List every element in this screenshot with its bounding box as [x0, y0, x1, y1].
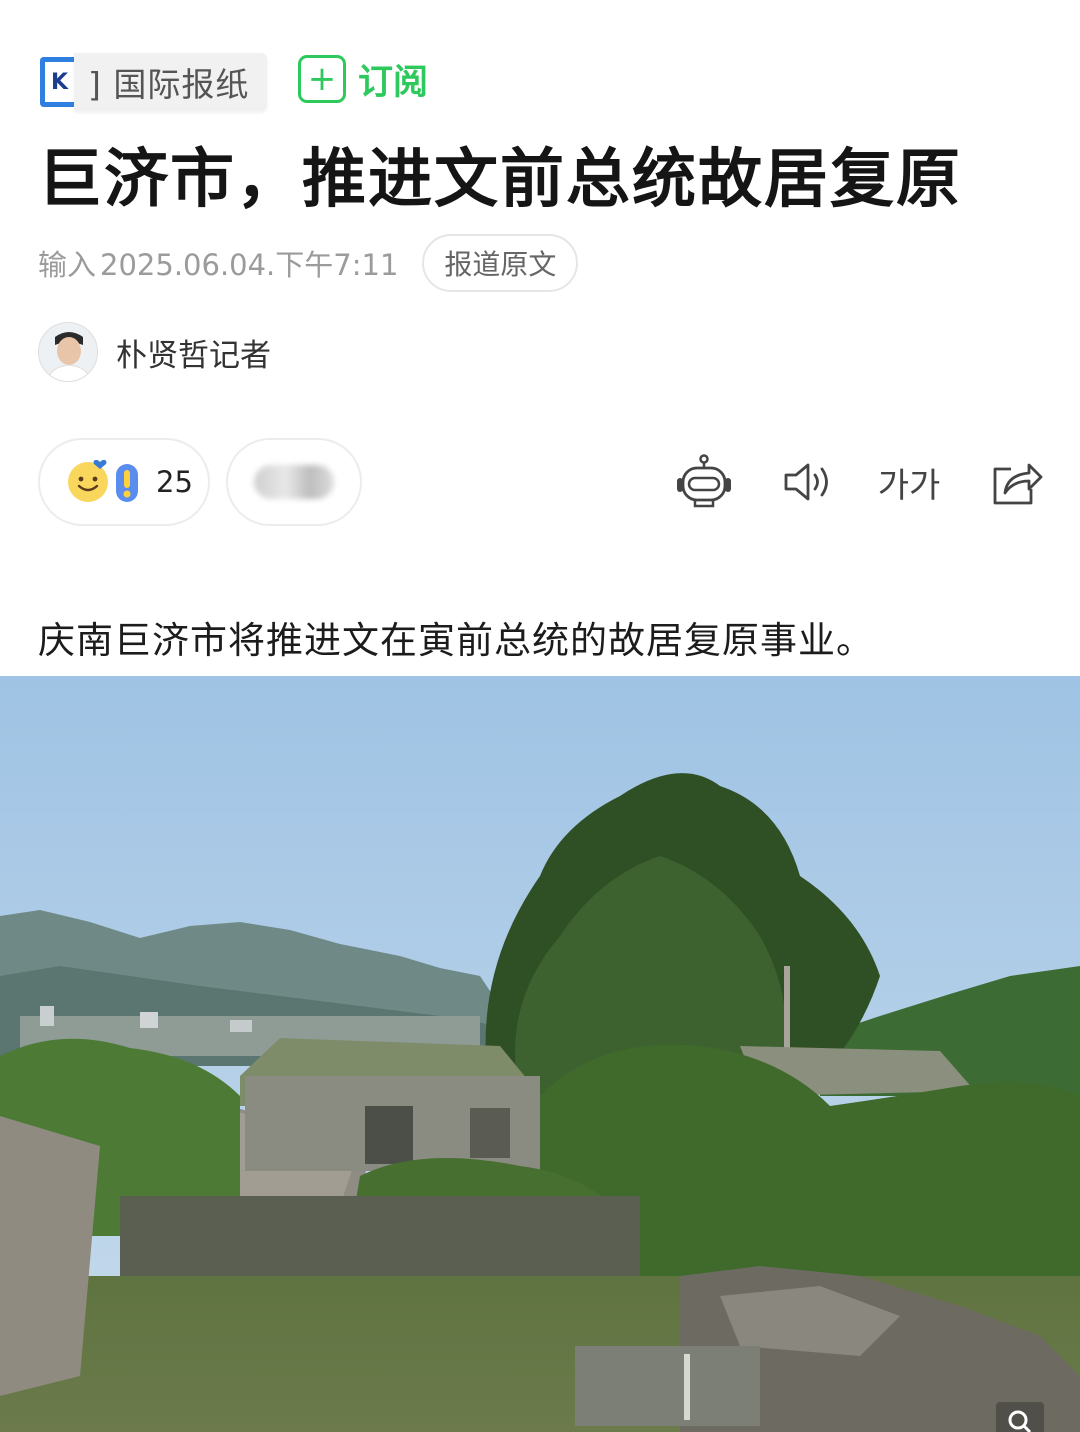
share-icon[interactable]: [986, 452, 1046, 512]
reaction-button[interactable]: 25: [38, 438, 210, 526]
font-size-label: 가가: [877, 465, 941, 506]
meta-label: 输入: [38, 248, 97, 282]
publish-date: 2025.06.04.下午7:11: [100, 248, 399, 282]
avatar: [38, 322, 98, 382]
press-logo-letter: K: [50, 69, 69, 95]
reporter-name: 朴贤哲记者: [116, 337, 271, 374]
article-photo[interactable]: [0, 676, 1080, 1432]
article-meta: 输入 2025.06.04.下午7:11 报道原文: [38, 234, 579, 292]
article-headline: 巨济市，推进文前总统故居复原: [38, 143, 962, 217]
reporter-info[interactable]: 朴贤哲记者: [38, 322, 271, 382]
house-photo-image: [0, 676, 1080, 1432]
plus-icon: +: [298, 55, 346, 103]
smile-heart-icon: [68, 459, 138, 502]
subscribe-label: 订阅: [358, 62, 429, 103]
article-lead: 庆南巨济市将推进文在寅前总统的故居复原事业。: [38, 619, 874, 662]
press-name-box[interactable]: ] 国际报纸: [74, 53, 268, 111]
blurred-comment-icon: [254, 465, 334, 499]
zoom-icon[interactable]: [992, 1398, 1048, 1432]
press-name: ] 国际报纸: [88, 65, 250, 104]
reaction-count: 25: [156, 465, 193, 499]
press-header[interactable]: K ] 国际报纸: [40, 50, 268, 114]
subscribe-button[interactable]: + 订阅: [298, 53, 428, 105]
font-size-icon[interactable]: 가가: [876, 452, 942, 512]
original-article-button[interactable]: 报道原文: [422, 234, 579, 292]
comment-button[interactable]: [226, 438, 362, 526]
avatar-image: [39, 323, 97, 381]
press-logo: K: [40, 57, 74, 107]
speaker-icon[interactable]: [778, 452, 838, 512]
original-article-label: 报道原文: [444, 248, 557, 281]
robot-summary-icon[interactable]: [674, 452, 734, 512]
